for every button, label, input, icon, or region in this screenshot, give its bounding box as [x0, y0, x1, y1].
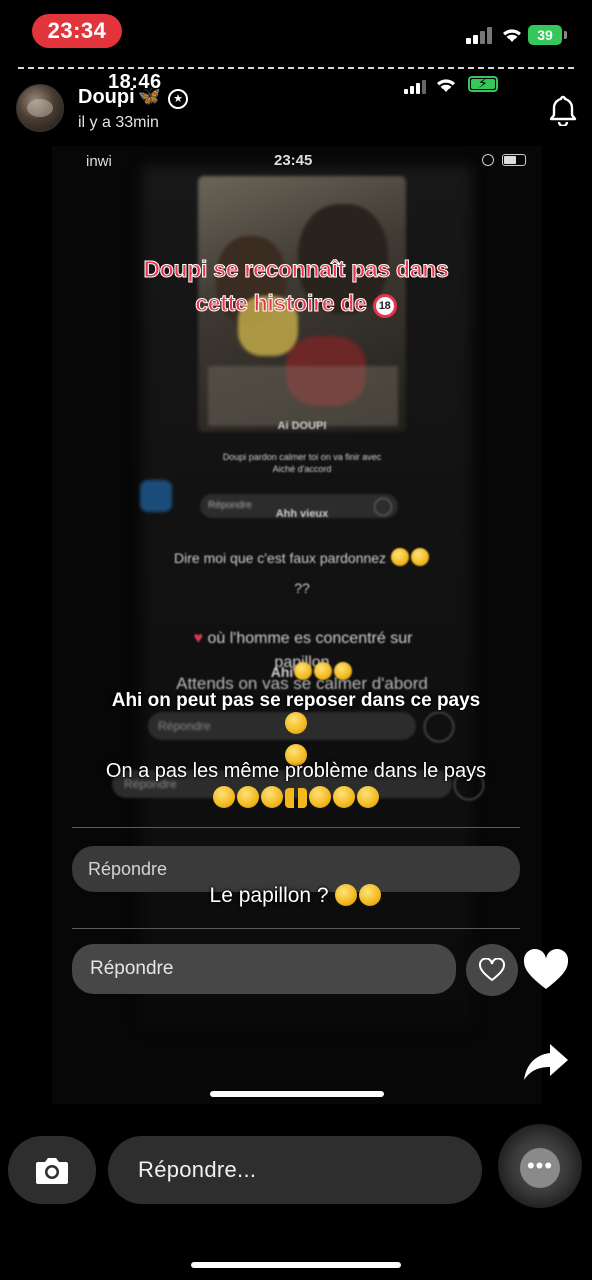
- bell-icon[interactable]: [548, 94, 578, 126]
- no-18-icon: 18: [372, 294, 397, 318]
- battery-charging-icon: ⚡: [468, 75, 498, 92]
- wifi-icon: [503, 29, 521, 42]
- reply-field[interactable]: Répondre: [72, 944, 456, 994]
- avatar[interactable]: [16, 84, 64, 132]
- signal-icon: [466, 26, 494, 44]
- blurred-caption: Ai DOUPI: [277, 420, 327, 432]
- divider: [72, 827, 520, 828]
- home-indicator[interactable]: [191, 1262, 401, 1268]
- blurred-caption: Aiché d'accord: [272, 464, 332, 474]
- status-bar: 23:34 39: [0, 0, 592, 64]
- story-caption: cette histoire de 18: [0, 290, 592, 318]
- overlay-comment: Ahi on peut pas se reposer dans ce pays: [111, 690, 481, 711]
- blurred-text: Dire moi que c'est faux pardonnez: [152, 548, 452, 566]
- share-icon[interactable]: [522, 1040, 570, 1084]
- heart-icon: [479, 958, 505, 982]
- blurred-caption: Doupi pardon calmer toi on va finir avec: [222, 452, 382, 462]
- more-button[interactable]: •••: [498, 1124, 582, 1208]
- recorded-carrier: inwi: [86, 153, 112, 170]
- overlay-emoji: [0, 712, 592, 735]
- more-icon: •••: [520, 1148, 560, 1188]
- overlay-comment: Le papillon ?: [0, 884, 592, 908]
- blurred-text: Ahh vieux: [275, 508, 329, 520]
- signal-icon: [404, 80, 426, 94]
- recorded-status-bar: inwi 23:45: [52, 146, 542, 176]
- blurred-app-icon: [140, 480, 172, 512]
- recording-divider: [18, 67, 574, 69]
- heart-icon: [374, 498, 392, 516]
- battery-icon: [502, 154, 526, 166]
- like-button[interactable]: [466, 944, 518, 996]
- recorded-home-indicator: [210, 1091, 384, 1097]
- status-time[interactable]: 23:34: [32, 14, 122, 48]
- rotation-lock-icon: [482, 154, 494, 166]
- story-username[interactable]: Doupi: [78, 86, 135, 109]
- camera-button[interactable]: [8, 1136, 96, 1204]
- reply-input[interactable]: Répondre...: [108, 1136, 482, 1204]
- heart-icon[interactable]: [522, 948, 570, 992]
- overlay-comment: On a pas les même problème dans le pays: [105, 760, 487, 782]
- battery-icon: 39: [528, 25, 567, 45]
- overlay-emojis: [0, 786, 592, 809]
- blurred-text: ??: [294, 580, 310, 596]
- camera-icon: [36, 1158, 68, 1184]
- divider: [72, 928, 520, 929]
- verified-badge-icon: ★: [168, 89, 188, 109]
- story-caption: Doupi se reconnaît pas dans: [143, 256, 449, 283]
- blurred-text: ♥ où l'homme es concentré sur: [193, 630, 413, 647]
- story-timestamp: il y a 33min: [78, 114, 159, 131]
- butterfly-emoji: 🦋: [138, 86, 161, 106]
- recorded-time: 23:45: [274, 152, 313, 169]
- wifi-icon: [437, 79, 455, 92]
